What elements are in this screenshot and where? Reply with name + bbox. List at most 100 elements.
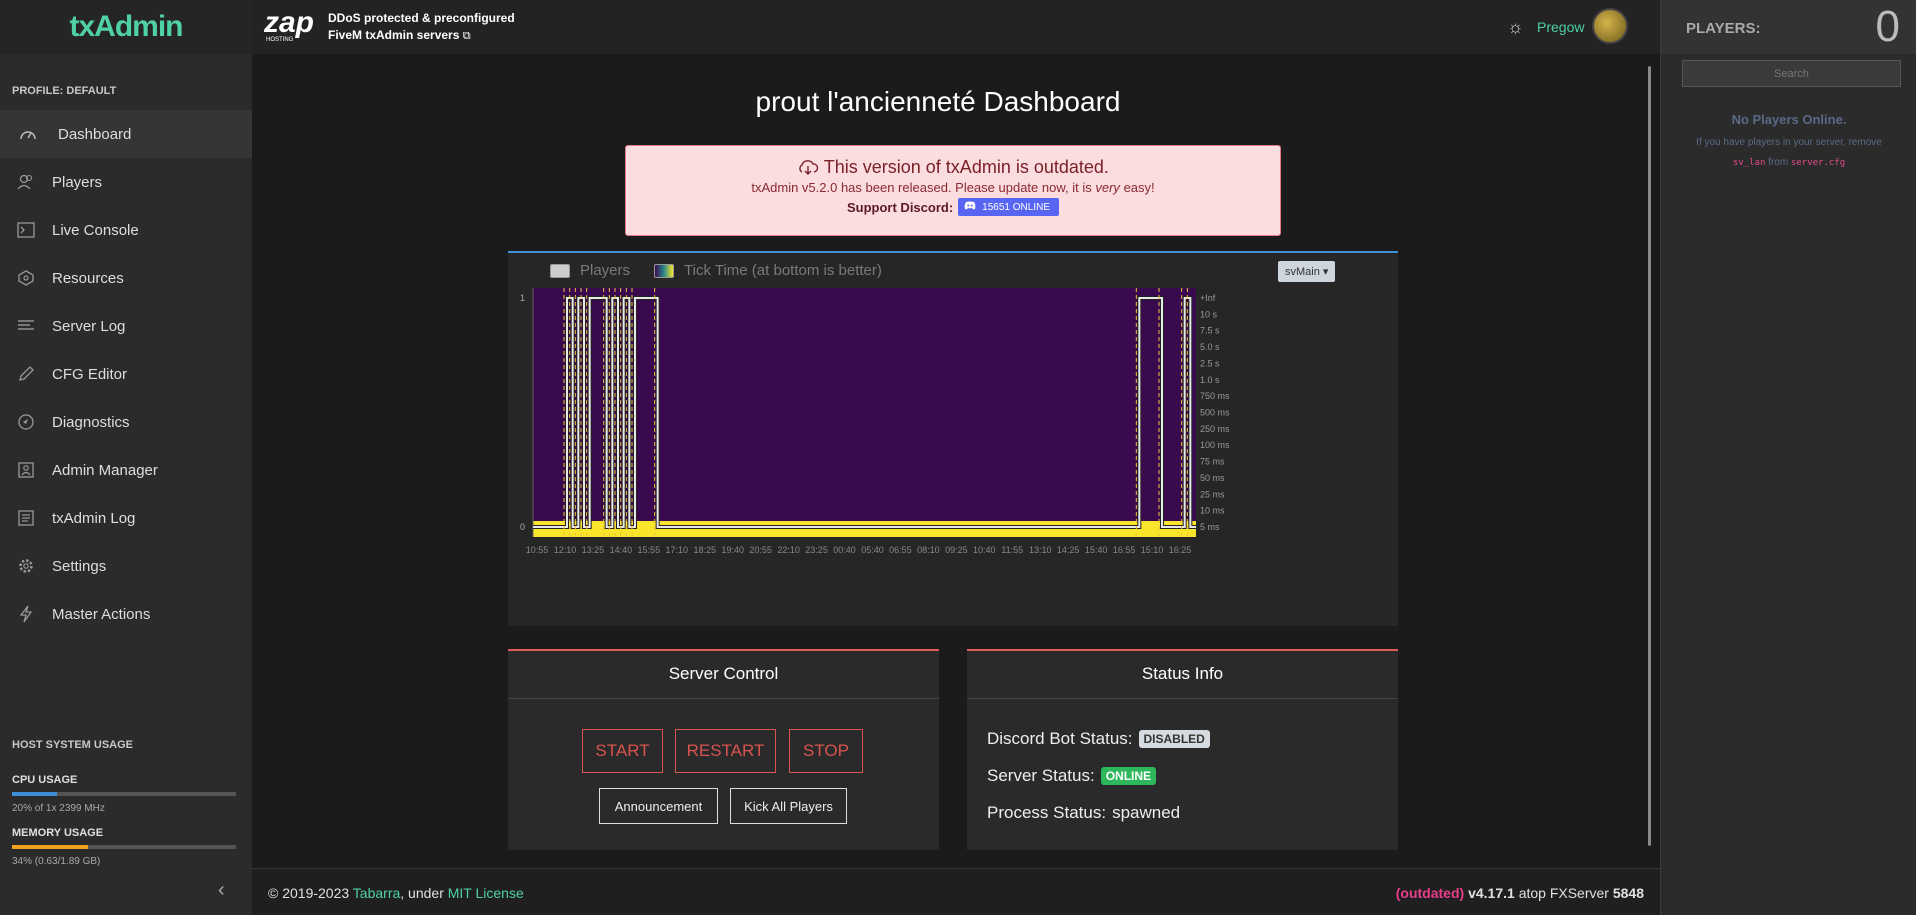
promo-text[interactable]: DDoS protected & preconfigured FiveM txA… — [328, 10, 515, 45]
support-discord-label: Support Discord: — [847, 199, 954, 215]
sidebar-item-admin-manager[interactable]: Admin Manager — [0, 446, 252, 494]
y-left-tick-label: 1 — [520, 293, 525, 303]
discord-online-badge[interactable]: 15651 ONLINE — [958, 198, 1059, 216]
cpu-usage-bar — [12, 792, 236, 796]
username-link[interactable]: Pregow — [1537, 19, 1584, 35]
x-tick-label: 13:10 — [1029, 545, 1052, 555]
sidebar-item-master-actions[interactable]: Master Actions — [0, 590, 252, 638]
zap-logo-text: zap — [264, 6, 315, 39]
y-right-tick-label: 75 ms — [1200, 457, 1225, 467]
restart-button[interactable]: RESTART — [675, 729, 776, 773]
cpu-usage-detail: 20% of 1x 2399 MHz — [12, 803, 105, 814]
players-count: 0 — [1875, 2, 1900, 51]
pencil-icon — [16, 365, 36, 383]
cloud-download-icon — [797, 157, 819, 177]
no-players-text: No Players Online. — [1731, 112, 1847, 127]
x-tick-label: 08:10 — [917, 545, 940, 555]
stop-button[interactable]: STOP — [789, 729, 863, 773]
discord-icon — [964, 201, 976, 213]
hint-text: If you have players in your server, remo… — [1696, 137, 1882, 148]
y-right-tick-label: 50 ms — [1200, 473, 1225, 483]
y-right-tick-label: 100 ms — [1200, 440, 1230, 450]
theme-toggle-sun-icon[interactable]: ☼ — [1507, 17, 1524, 38]
x-tick-label: 19:40 — [721, 545, 744, 555]
puzzle-icon — [16, 269, 36, 287]
sidebar-item-live-console[interactable]: Live Console — [0, 206, 252, 254]
performance-chart-card: 1 0 +Inf 10 s 7.5 s 5.0 s 2.5 s 1.0 s 750 ms 500 … — [508, 251, 1398, 626]
process-status-row: Process Status: spawned — [987, 803, 1180, 823]
fxserver-build: 5848 — [1612, 885, 1644, 901]
memory-usage-bar — [12, 845, 236, 849]
y-right-tick-label: 2.5 s — [1200, 358, 1220, 368]
y-right-tick-label: +Inf — [1200, 293, 1216, 303]
author-link[interactable]: Tabarra — [353, 885, 400, 901]
start-button[interactable]: START — [582, 729, 663, 773]
thread-select[interactable]: svMain ▾ — [1278, 261, 1336, 282]
license-link[interactable]: MIT License — [448, 885, 524, 901]
legend-ticktime-swatch — [654, 263, 675, 278]
host-usage-title: HOST SYSTEM USAGE — [12, 739, 134, 751]
sidebar-nav: Dashboard Players Live Console Resources… — [0, 110, 252, 638]
y-right-tick-label: 250 ms — [1200, 424, 1230, 434]
x-tick-label: 06:55 — [889, 545, 912, 555]
sidebar-item-label: Admin Manager — [52, 461, 158, 479]
sidebar-item-label: Settings — [52, 557, 107, 575]
txadmin-version: v4.17.1 — [1468, 885, 1515, 901]
sidebar-item-dashboard[interactable]: Dashboard — [0, 110, 252, 158]
y-right-tick-label: 10 s — [1200, 309, 1218, 319]
sidebar-item-server-log[interactable]: Server Log — [0, 302, 252, 350]
sidebar-item-label: txAdmin Log — [52, 509, 136, 527]
footer-version: (outdated) v4.17.1 atop FXServer 5848 — [1396, 885, 1644, 901]
status-badge: DISABLED — [1138, 730, 1210, 748]
announcement-button[interactable]: Announcement — [599, 788, 718, 824]
gear-icon — [16, 557, 36, 575]
alert-title-row: This version of txAdmin is outdated. — [626, 157, 1280, 178]
sidebar-item-resources[interactable]: Resources — [0, 254, 252, 302]
main-scrollbar[interactable] — [1648, 66, 1651, 846]
x-tick-label: 05:40 — [861, 545, 884, 555]
y-right-tick-label: 750 ms — [1200, 391, 1230, 401]
atop-text: atop FXServer — [1518, 885, 1609, 901]
copyright-text: © 2019-2023 — [268, 885, 350, 901]
hint-from: from — [1768, 157, 1789, 168]
process-status-label: Process Status: — [987, 803, 1107, 822]
sidebar-item-label: Server Log — [52, 317, 126, 335]
thread-select-value: svMain — [1285, 266, 1320, 278]
x-tick-label: 15:40 — [1085, 545, 1108, 555]
kick-all-players-button[interactable]: Kick All Players — [730, 788, 847, 824]
x-tick-label: 12:10 — [554, 545, 577, 555]
memory-usage-label: MEMORY USAGE — [12, 827, 104, 839]
legend-players-swatch — [550, 263, 570, 278]
outdated-alert: This version of txAdmin is outdated. txA… — [625, 145, 1281, 236]
sidebar-item-label: Live Console — [52, 221, 139, 239]
users-icon — [16, 173, 36, 191]
terminal-icon — [16, 221, 36, 239]
sidebar-item-settings[interactable]: Settings — [0, 542, 252, 590]
server-status-row: Server Status: ONLINE — [987, 766, 1157, 786]
alert-message: txAdmin v5.2.0 has been released. Please… — [626, 180, 1280, 195]
sidebar-collapse-icon[interactable]: ‹ — [218, 879, 225, 902]
process-status-value: spawned — [1112, 803, 1181, 822]
discord-bot-status-label: Discord Bot Status: — [987, 729, 1133, 748]
sidebar-item-diagnostics[interactable]: Diagnostics — [0, 398, 252, 446]
sidebar-item-txadmin-log[interactable]: txAdmin Log — [0, 494, 252, 542]
bolt-icon — [16, 605, 36, 623]
brand-logo[interactable]: txAdmin — [0, 0, 252, 54]
list-icon — [16, 317, 36, 335]
brand-text: txAdmin — [69, 10, 184, 43]
sidebar-item-players[interactable]: Players — [0, 158, 252, 206]
sidebar-item-cfg-editor[interactable]: CFG Editor — [0, 350, 252, 398]
sidebar-item-label: Resources — [52, 269, 124, 287]
promo-line-1: DDoS protected & preconfigured — [328, 11, 515, 25]
avatar[interactable] — [1592, 8, 1628, 44]
top-header: zap HOSTING DDoS protected & preconfigur… — [252, 0, 1660, 54]
alert-message-end: easy! — [1123, 180, 1155, 195]
x-tick-label: 10:40 — [973, 545, 996, 555]
sidebar-item-label: Players — [52, 173, 103, 191]
x-tick-label: 14:25 — [1057, 545, 1080, 555]
memory-usage-detail: 34% (0.63/1.89 GB) — [12, 856, 101, 867]
players-search-input[interactable] — [1682, 60, 1901, 87]
zap-hosting-logo[interactable]: zap HOSTING — [264, 8, 318, 44]
compass-icon — [16, 413, 36, 431]
under-text: , under — [400, 885, 444, 901]
